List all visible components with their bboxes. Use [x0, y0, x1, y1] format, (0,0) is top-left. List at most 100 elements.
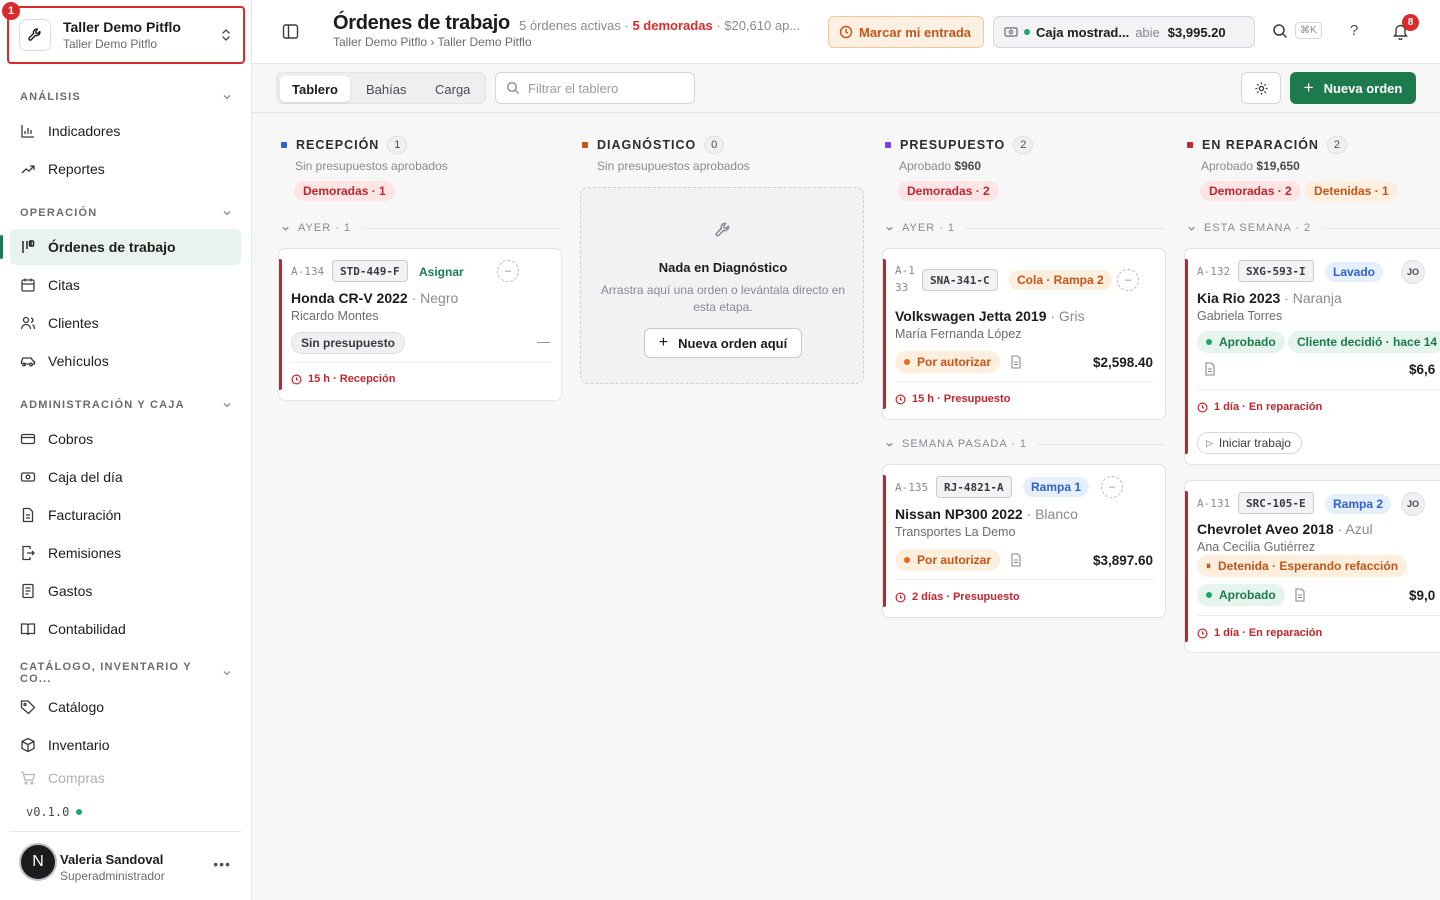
- sidebar-item-compras[interactable]: Compras: [10, 765, 241, 791]
- order-card[interactable]: A-134 STD-449-F Asignar – Honda CR-V 202…: [278, 248, 562, 401]
- sidebar-item-indicadores[interactable]: Indicadores: [10, 113, 241, 149]
- sidebar-item-clientes[interactable]: Clientes: [10, 305, 241, 341]
- elapsed-time: 1 día · En reparación: [1197, 627, 1322, 639]
- clock-icon: [1197, 402, 1208, 412]
- play-icon: ▷: [1206, 437, 1213, 448]
- order-id: A-131: [1197, 497, 1231, 510]
- sidebar-toggle-icon[interactable]: [282, 23, 299, 40]
- board-settings-button[interactable]: [1241, 72, 1281, 104]
- order-id: A-134: [291, 265, 325, 278]
- group-header[interactable]: AYER · 1: [281, 220, 561, 236]
- document-icon[interactable]: [1010, 355, 1022, 369]
- assign-link[interactable]: Asignar: [419, 265, 464, 279]
- late-filter-pill[interactable]: Demoradas · 2: [1200, 181, 1301, 201]
- workspace-subtitle: Taller Demo Pitflo: [63, 37, 158, 51]
- vehicle-name: Kia Rio 2023 · Naranja: [1197, 290, 1342, 306]
- sidebar-item-reportes[interactable]: Reportes: [10, 151, 241, 187]
- sidebar-item-label: Compras: [48, 770, 105, 786]
- bar-chart-icon: [21, 125, 34, 138]
- group-header[interactable]: AYER · 1: [885, 220, 1165, 236]
- book-open-icon: [20, 623, 36, 636]
- assign-mechanic-button[interactable]: –: [1101, 476, 1123, 498]
- sidebar-item-caja[interactable]: Caja del día: [10, 459, 241, 495]
- bay-tag: Lavado: [1325, 262, 1384, 282]
- sidebar-item-gastos[interactable]: Gastos: [10, 573, 241, 609]
- clock-icon: [1197, 628, 1208, 638]
- file-export-icon: [22, 545, 35, 561]
- step-badge: 1: [2, 2, 20, 20]
- mechanic-avatar[interactable]: JO: [1401, 492, 1425, 516]
- user-menu[interactable]: N Valeria Sandoval Superadministrador ••…: [10, 831, 241, 891]
- empty-column-dropzone[interactable]: Nada en Diagnóstico Arrastra aquí una or…: [580, 187, 864, 384]
- sidebar-item-citas[interactable]: Citas: [10, 267, 241, 303]
- sidebar-item-label: Cobros: [48, 431, 94, 447]
- sidebar-item-facturacion[interactable]: Facturación: [10, 497, 241, 533]
- clock-in-button[interactable]: Marcar mi entrada: [828, 16, 984, 48]
- chevron-down-icon: [282, 226, 289, 231]
- vehicle-color: · Blanco: [1026, 506, 1078, 522]
- summary-active: 5 órdenes activas ·: [519, 18, 629, 33]
- kanban-icon: [22, 240, 35, 253]
- sidebar-item-label: Facturación: [48, 507, 122, 523]
- mechanic-avatar[interactable]: JO: [1401, 260, 1425, 284]
- document-icon[interactable]: [1294, 588, 1306, 602]
- document-icon[interactable]: [1204, 362, 1216, 376]
- search-icon[interactable]: [1272, 23, 1288, 39]
- on-hold-filter-pill[interactable]: Detenidas · 1: [1305, 181, 1398, 201]
- sidebar-item-remisiones[interactable]: Remisiones: [10, 535, 241, 571]
- order-card[interactable]: A-132 SXG-593-I Lavado JO Kia Rio 2023 ·…: [1184, 248, 1440, 465]
- column-count: 2: [1013, 136, 1034, 154]
- order-card[interactable]: A-133 SNA-341-C Cola · Rampa 2 – Volkswa…: [882, 248, 1166, 420]
- sidebar-item-cobros[interactable]: Cobros: [10, 421, 241, 457]
- tab-tablero[interactable]: Tablero: [280, 76, 350, 102]
- approved-amount: $19,650: [1256, 159, 1300, 173]
- start-work-label: Iniciar trabajo: [1218, 436, 1291, 450]
- search-icon: [506, 81, 519, 94]
- column-title: DIAGNÓSTICO: [597, 138, 697, 152]
- late-filter-pill[interactable]: Demoradas · 2: [898, 181, 999, 201]
- approved-amount: $960: [954, 159, 982, 173]
- document-icon[interactable]: [1010, 553, 1022, 567]
- order-id: A-135: [895, 481, 929, 494]
- group-header[interactable]: SEMANA PASADA · 1: [885, 436, 1165, 452]
- sidebar-item-contabilidad[interactable]: Contabilidad: [10, 611, 241, 647]
- elapsed-time-label: 1 día · En reparación: [1214, 401, 1323, 413]
- breadcrumb: Taller Demo Pitflo › Taller Demo Pitflo: [333, 35, 532, 49]
- register-name: Caja mostrad...: [1036, 24, 1130, 40]
- elapsed-time-label: 15 h · Presupuesto: [912, 393, 1011, 405]
- assign-mechanic-button[interactable]: –: [497, 260, 519, 282]
- vehicle-color: · Azul: [1337, 521, 1373, 537]
- more-horizontal-icon[interactable]: •••: [213, 856, 231, 872]
- sidebar-item-catalogo[interactable]: Catálogo: [10, 689, 241, 725]
- register-amount: $3,995.20: [1167, 24, 1226, 40]
- tag-icon: [20, 700, 36, 715]
- assign-mechanic-button[interactable]: –: [1117, 269, 1139, 291]
- section-operacion[interactable]: OPERACIÓN: [20, 205, 232, 221]
- section-catalogo[interactable]: CATÁLOGO, INVENTARIO Y CO...: [20, 661, 232, 685]
- sidebar-item-vehiculos[interactable]: Vehículos: [10, 343, 241, 379]
- start-work-button[interactable]: ▷ Iniciar trabajo: [1197, 432, 1302, 454]
- section-analisis[interactable]: ANÁLISIS: [20, 89, 232, 105]
- sidebar-item-label: Catálogo: [48, 699, 105, 715]
- clock-icon: [291, 374, 302, 384]
- new-order-here-button[interactable]: + Nueva orden aquí: [644, 328, 802, 358]
- elapsed-time: 2 días · Presupuesto: [895, 591, 1020, 603]
- sidebar-item-label: Vehículos: [48, 353, 109, 369]
- approved-prefix: Aprobado: [899, 159, 952, 173]
- cash-register-status[interactable]: Caja mostrad... abie $3,995.20: [993, 16, 1255, 48]
- order-card[interactable]: A-131 SRC-105-E Rampa 2 JO Chevrolet Ave…: [1184, 480, 1440, 653]
- tab-bahias[interactable]: Bahías: [354, 76, 418, 102]
- filter-input[interactable]: [528, 80, 688, 96]
- order-card[interactable]: A-135 RJ-4821-A Rampa 1 – Nissan NP300 2…: [882, 464, 1166, 618]
- sidebar-item-ordenes[interactable]: Órdenes de trabajo: [0, 229, 241, 265]
- section-administracion[interactable]: ADMINISTRACIÓN Y CAJA: [20, 397, 232, 413]
- tab-carga[interactable]: Carga: [423, 76, 482, 102]
- sidebar-item-inventario[interactable]: Inventario: [10, 727, 241, 763]
- late-filter-pill[interactable]: Demoradas · 1: [294, 181, 395, 201]
- customer-name: Ana Cecilia Gutiérrez: [1197, 540, 1316, 554]
- group-header[interactable]: ESTA SEMANA · 2: [1187, 220, 1440, 236]
- cash-register-icon: [20, 472, 36, 482]
- workspace-switcher[interactable]: 1 Taller Demo Pitflo Taller Demo Pitflo: [2, 2, 245, 64]
- new-order-button[interactable]: + Nueva orden: [1290, 72, 1416, 104]
- help-icon[interactable]: ?: [1350, 22, 1358, 39]
